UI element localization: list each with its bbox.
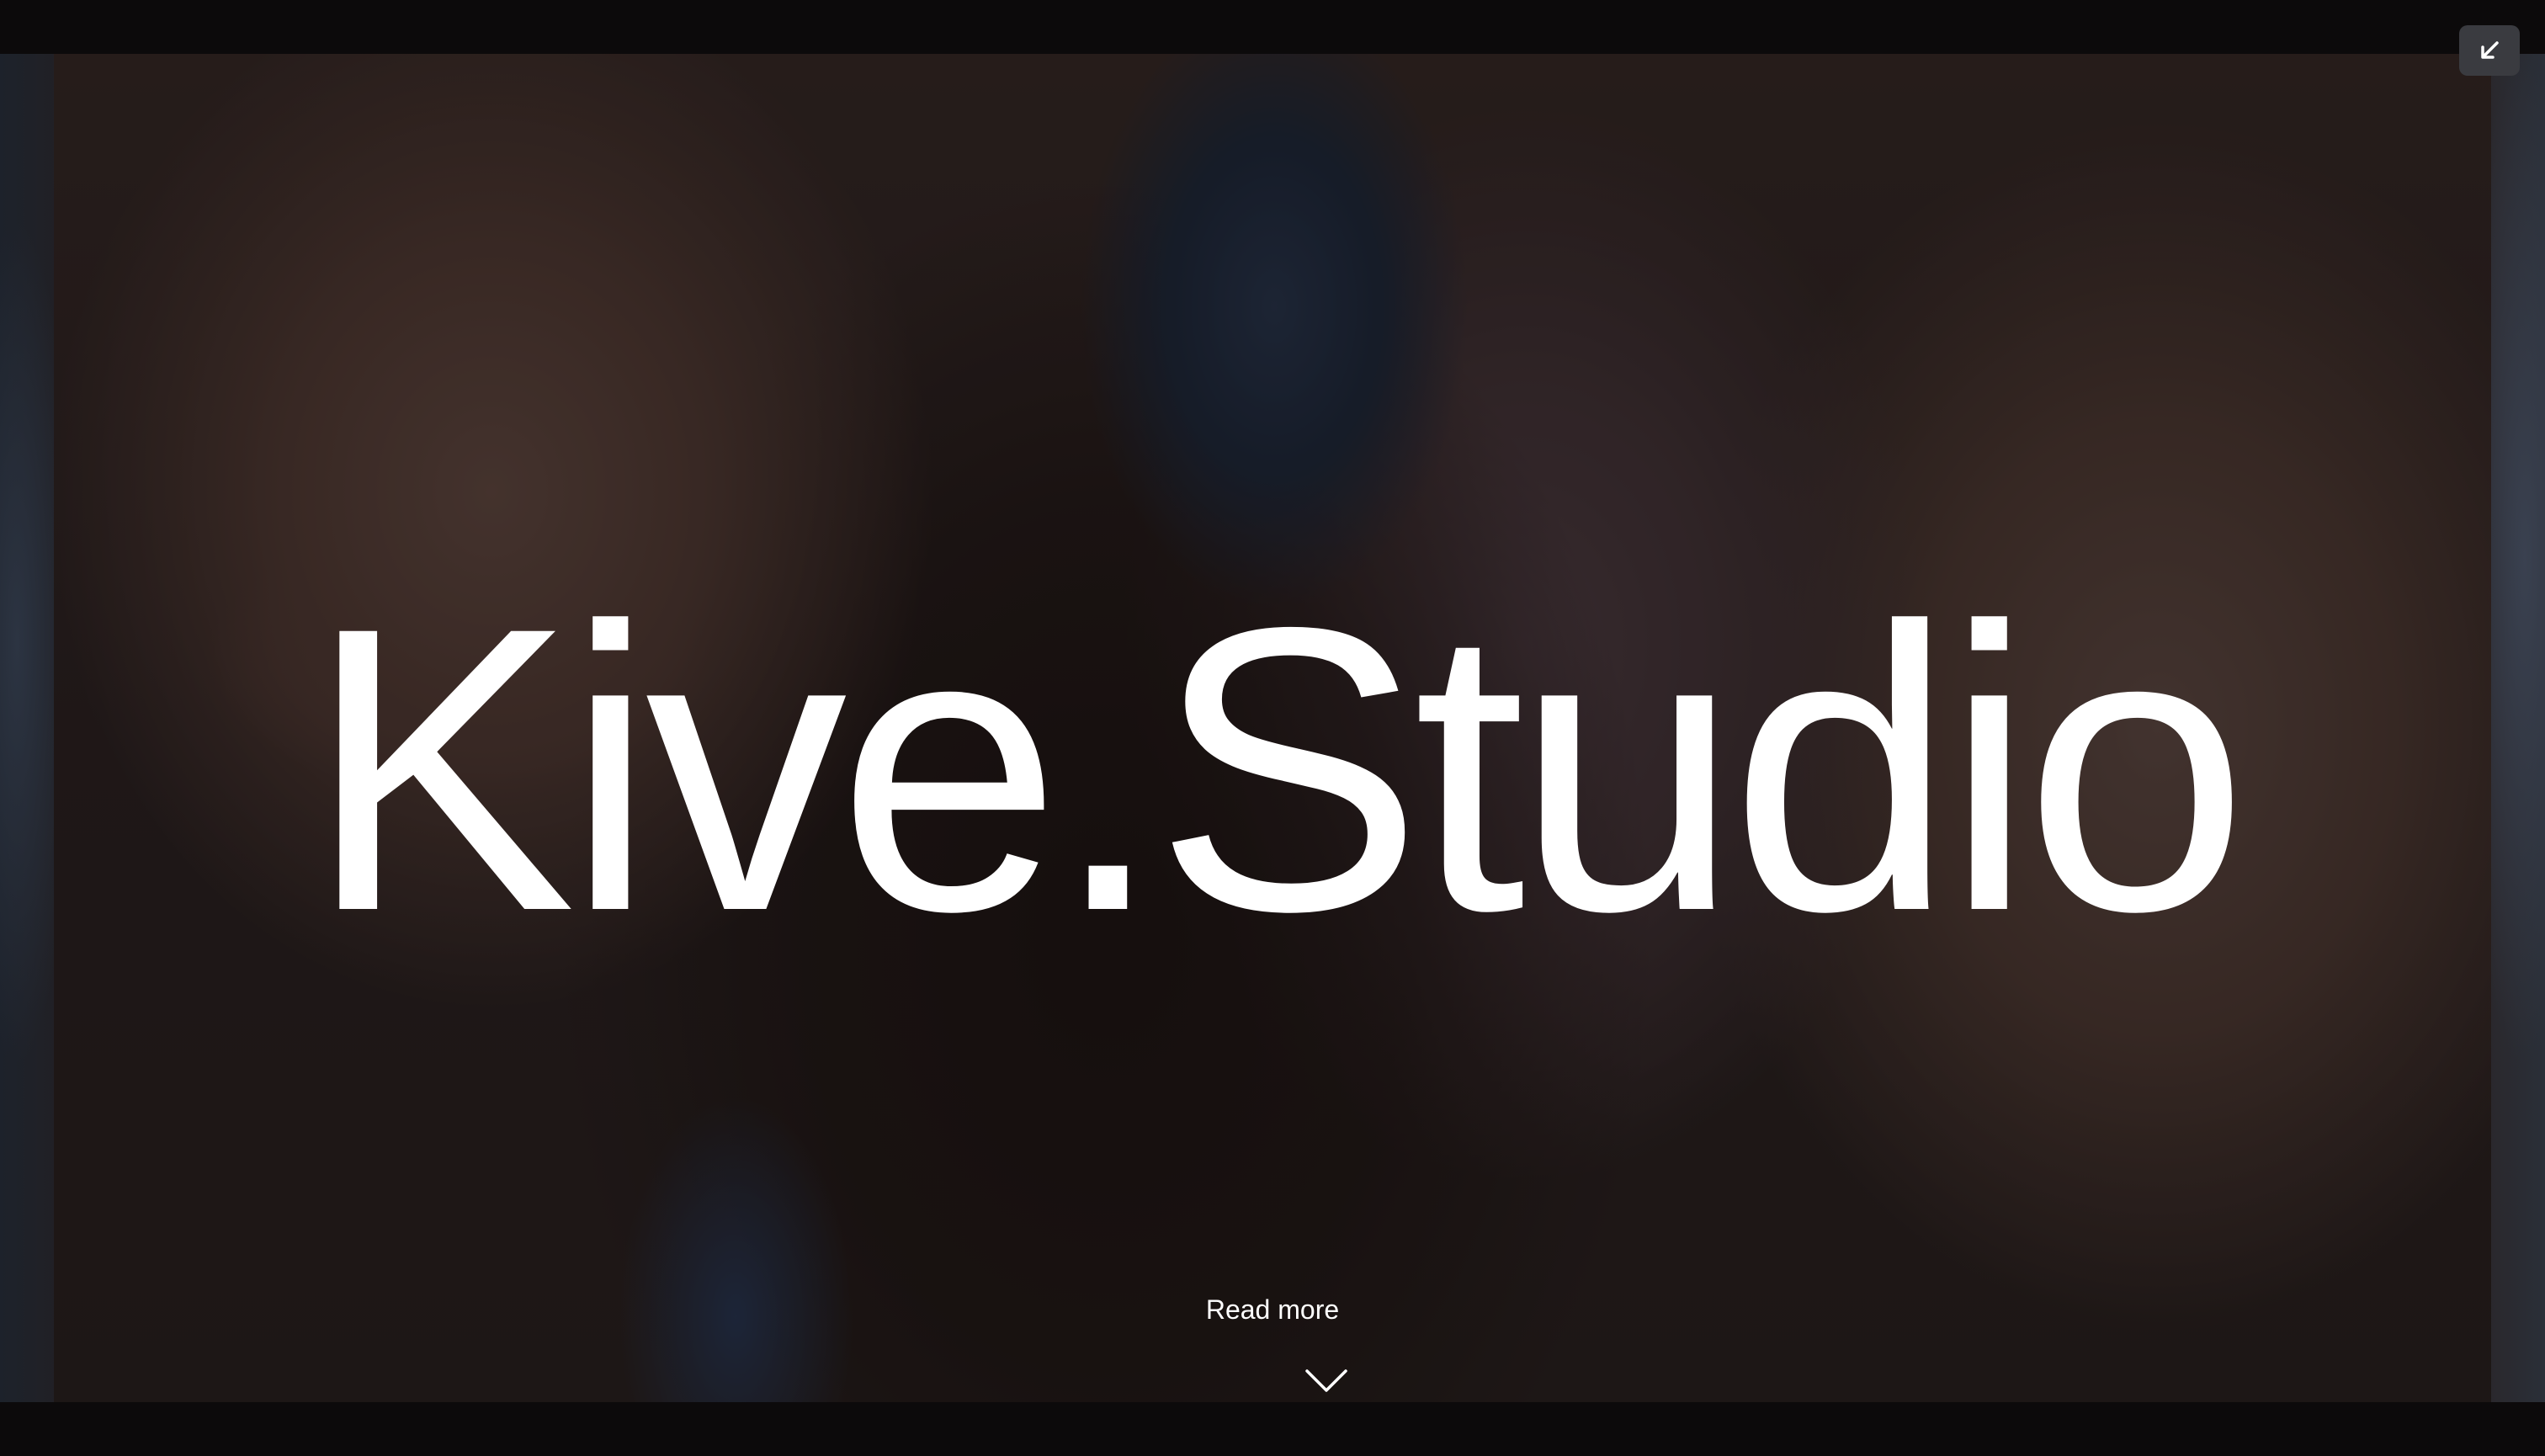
hero-section: Kive.Studio Read more [54,54,2491,1402]
chevron-down-icon[interactable] [1304,1368,1348,1394]
exit-fullscreen-button[interactable] [2459,25,2520,76]
fullscreen-viewer: Kive.Studio Read more [0,0,2545,1456]
top-frame-bar [0,0,2545,55]
arrow-down-left-icon [2481,41,2499,59]
bottom-frame-bar [0,1402,2545,1456]
brand-title: Kive.Studio [306,543,2249,995]
read-more-link[interactable]: Read more [54,1293,2491,1326]
